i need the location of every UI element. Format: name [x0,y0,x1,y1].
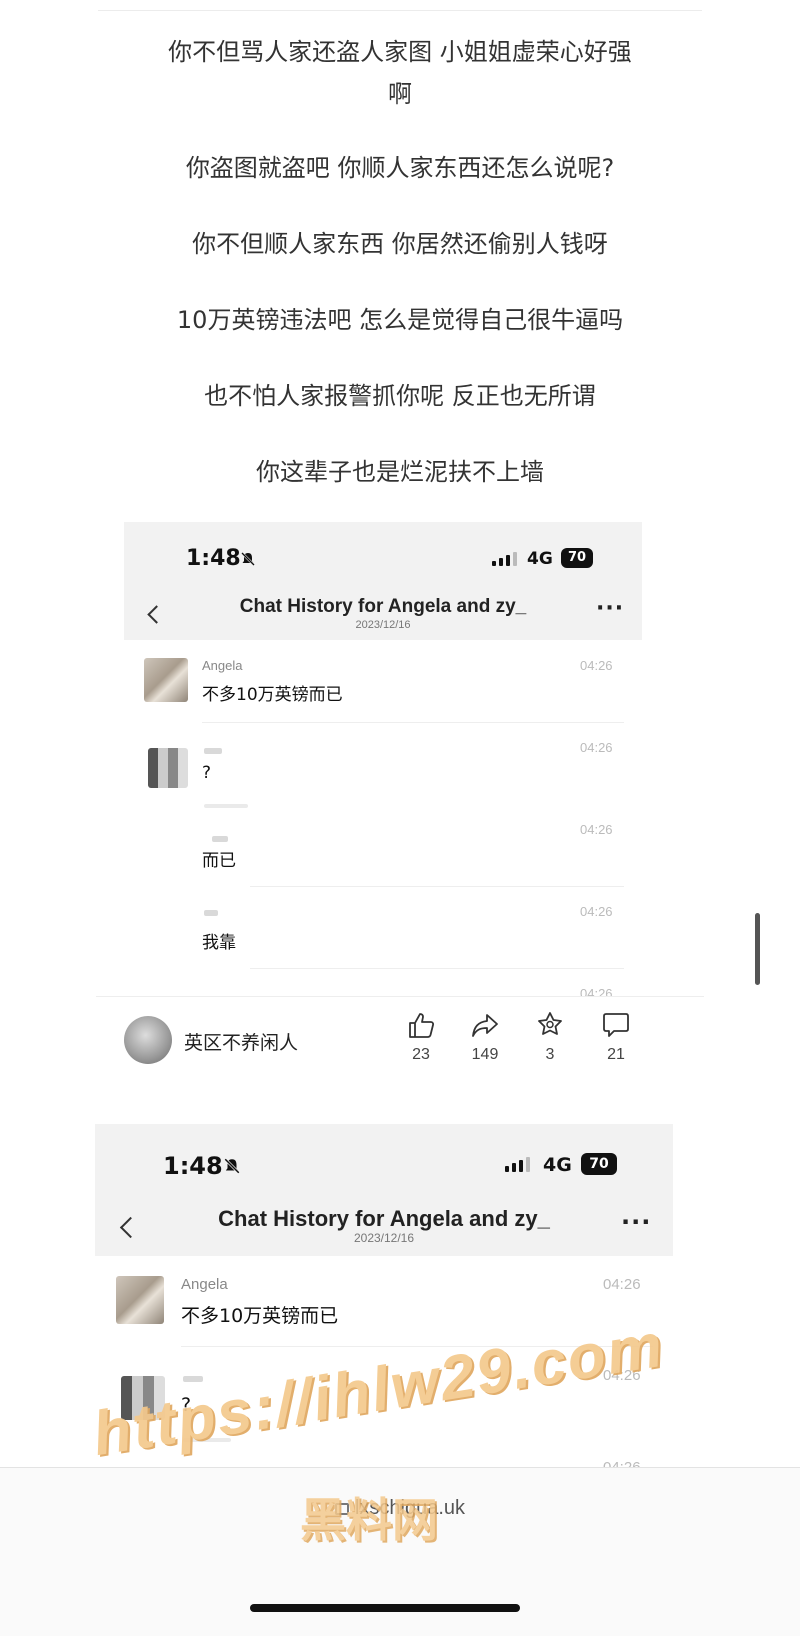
divider [250,968,624,969]
comment-icon [603,1013,629,1037]
message-text: 不多10万英镑而已 [181,1305,339,1327]
blurred-name [204,910,218,916]
text-line-6: 也不怕人家报警抓你呢 反正也无所谓 [204,382,596,410]
blurred-name [204,748,222,754]
status-time: 1:48 [186,546,241,571]
chat-title: Chat History for Angela and zy_ [218,1206,550,1231]
share-button[interactable]: 149 [460,1010,510,1064]
sender-name: Angela [202,658,243,673]
avatar [144,658,188,702]
sender-name: Angela [181,1276,228,1293]
signal-icon [505,1157,530,1172]
message-time: 04:26 [580,740,613,755]
status-time: 1:48 [163,1152,223,1180]
message-time: 04:26 [580,904,613,919]
message-time: 04:26 [580,822,613,837]
message-time: 04:26 [603,1459,641,1467]
author-avatar[interactable] [124,1016,172,1064]
watermark-logo: 黑料网 [300,1493,438,1547]
network-label: 4G [527,549,553,569]
battery-icon: 70 [581,1153,617,1175]
signal-icon [492,552,517,566]
scrollbar[interactable] [755,913,760,985]
message-text: 不多10万英镑而已 [202,685,343,705]
favorite-count: 3 [545,1046,555,1063]
comment-count: 21 [607,1046,625,1063]
message-time: 04:26 [603,1276,641,1293]
avatar [148,748,188,788]
favorite-button[interactable]: 3 [525,1010,575,1064]
like-button[interactable]: 23 [396,1010,446,1064]
chat-date: 2023/12/16 [355,619,411,631]
text-line-7: 你这辈子也是烂泥扶不上墙 [256,458,544,486]
muted-bell-icon [224,1158,240,1174]
muted-bell-icon [241,552,255,566]
blurred-name [183,1376,203,1382]
divider [202,722,624,723]
blurred-text [204,804,248,808]
comment-button[interactable]: 21 [591,1010,641,1064]
message-time: 04:26 [580,986,613,996]
thumbs-up-icon [409,1013,435,1038]
battery-icon: 70 [561,548,593,568]
text-line-4: 你不但顺人家东西 你居然还偷别人钱呀 [192,230,608,258]
chat-date: 2023/12/16 [353,1231,415,1245]
share-icon [472,1014,498,1037]
avatar [116,1276,164,1324]
message-text: 而已 [202,851,236,871]
network-label: 4G [543,1154,572,1176]
chat-title: Chat History for Angela and zy_ [239,596,527,617]
divider [250,886,624,887]
blurred-name [212,836,228,842]
more-icon[interactable]: ··· [596,596,624,621]
text-line-1: 你不但骂人家还盗人家图 小姐姐虚荣心好强 [168,38,632,66]
text-line-3: 你盗图就盗吧 你顺人家东西还怎么说呢? [185,154,615,182]
home-indicator[interactable] [250,1604,520,1612]
chat-screenshot-1: 1:48 4G 70 Chat History for Angela and z… [124,522,642,996]
message-text: ? [202,763,212,783]
text-line-2: 啊 [388,80,412,108]
message-time: 04:26 [580,658,613,673]
more-icon[interactable]: ··· [621,1208,651,1236]
star-icon [538,1012,562,1035]
share-count: 149 [471,1046,499,1063]
message-text: 我靠 [202,933,236,953]
divider [96,996,704,997]
author-name[interactable]: 英区不养闲人 [184,1028,298,1055]
like-count: 23 [412,1046,430,1063]
text-line-5: 10万英镑违法吧 怎么是觉得自己很牛逼吗 [176,306,624,334]
top-divider [98,10,702,11]
